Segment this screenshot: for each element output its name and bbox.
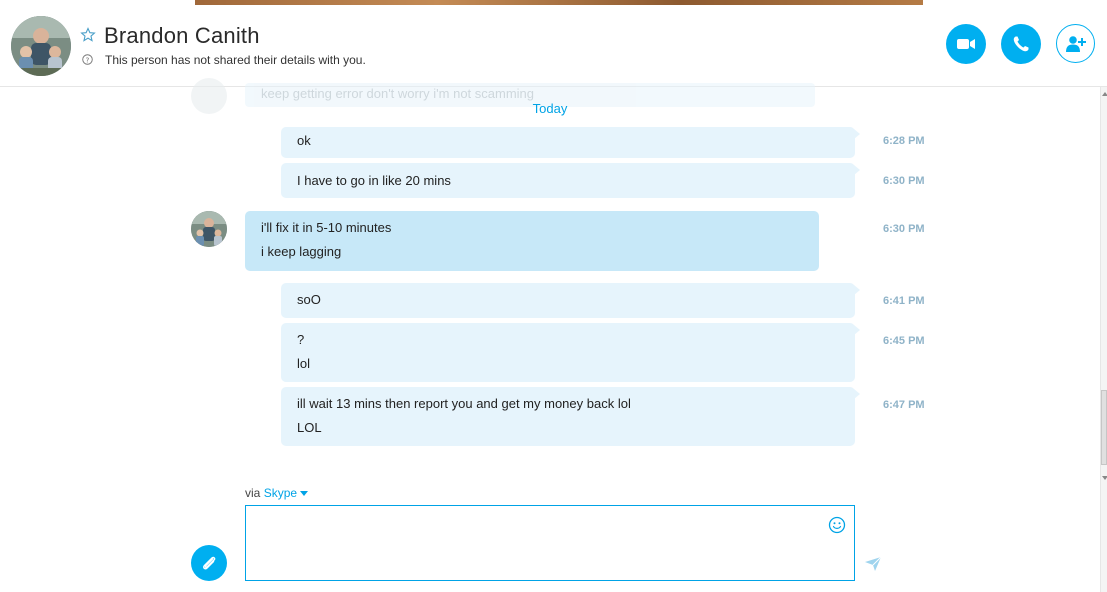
phone-icon — [1013, 36, 1029, 52]
via-service-row: via Skype — [245, 486, 309, 500]
message-timestamp: 6:45 PM — [883, 335, 925, 347]
scrollbar-thumb[interactable] — [1101, 390, 1107, 465]
scroll-up-arrow-icon[interactable] — [1102, 92, 1107, 96]
message-compose-box[interactable] — [245, 505, 855, 581]
audio-call-button[interactable] — [1001, 24, 1041, 64]
message-bubble-outgoing[interactable]: ill wait 13 mins then report you and get… — [281, 387, 860, 446]
message-text: i'll fix it in 5-10 minutes — [261, 220, 392, 235]
video-call-button[interactable] — [946, 24, 986, 64]
contact-status-text: This person has not shared their details… — [105, 53, 366, 67]
message-text: lol — [297, 356, 311, 371]
message-timestamp: 6:30 PM — [883, 175, 925, 187]
message-text: ill wait 13 mins then report you and get… — [297, 396, 631, 411]
message-timestamp: 6:28 PM — [883, 135, 925, 147]
message-text: ? — [297, 332, 305, 347]
message-text: ok — [297, 133, 311, 148]
contact-name: Brandon Canith — [104, 23, 260, 48]
date-separator: Today — [532, 101, 568, 116]
message-timestamp: 6:30 PM — [883, 223, 925, 235]
chevron-down-icon — [300, 491, 309, 497]
message-text: i keep lagging — [261, 244, 342, 259]
contact-message-avatar[interactable] — [191, 211, 227, 247]
message-text: I have to go in like 20 mins — [297, 173, 451, 188]
message-timestamp: 6:47 PM — [883, 399, 925, 411]
paperclip-icon — [203, 556, 216, 570]
service-selector[interactable]: Skype — [263, 486, 309, 500]
send-message-icon[interactable] — [864, 556, 882, 572]
message-bubble-outgoing[interactable]: ok — [281, 127, 860, 158]
message-text: LOL — [297, 420, 322, 435]
message-bubble-outgoing[interactable]: soO — [281, 283, 860, 318]
svg-text:?: ? — [86, 55, 90, 64]
attach-file-button[interactable] — [191, 545, 227, 581]
message-text: soO — [297, 292, 321, 307]
conversation-header: Brandon Canith ? This person has not sha… — [0, 5, 1107, 87]
vertical-scrollbar[interactable] — [1100, 87, 1107, 592]
add-participant-button[interactable] — [1056, 24, 1095, 63]
add-person-icon — [1065, 35, 1086, 52]
favorite-star-icon[interactable] — [80, 27, 96, 43]
message-timestamp: 6:41 PM — [883, 295, 925, 307]
message-bubble-outgoing[interactable]: I have to go in like 20 mins — [281, 163, 860, 198]
emoticon-icon[interactable] — [828, 516, 846, 534]
scroll-down-arrow-icon[interactable] — [1102, 476, 1107, 480]
service-name: Skype — [263, 486, 298, 500]
contact-avatar[interactable] — [11, 16, 71, 76]
via-label: via — [245, 486, 261, 500]
message-bubble-outgoing[interactable]: ? lol — [281, 323, 860, 382]
faded-message-text: keep getting error don't worry i'm not s… — [261, 86, 535, 101]
video-camera-icon — [957, 39, 975, 49]
info-question-icon: ? — [82, 54, 93, 65]
message-bubble-incoming[interactable]: i'll fix it in 5-10 minutes i keep laggi… — [245, 211, 819, 271]
message-input[interactable] — [246, 506, 816, 580]
